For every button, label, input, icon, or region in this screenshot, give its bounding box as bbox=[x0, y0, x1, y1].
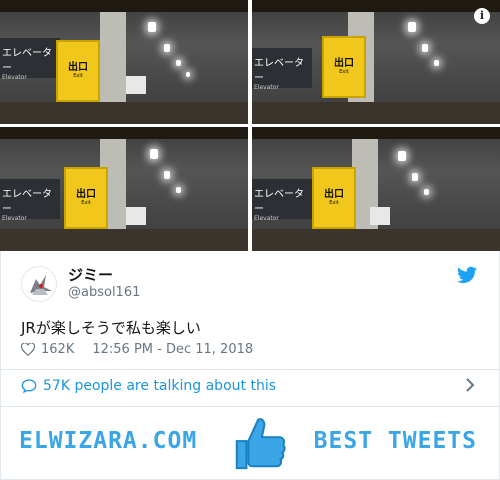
speech-bubble-icon bbox=[21, 379, 37, 394]
tweet-photo-2[interactable]: エレベーター Elevator 出口 Exit i bbox=[252, 0, 500, 124]
conversation-link[interactable]: 57K people are talking about this bbox=[21, 378, 276, 394]
led-sign bbox=[252, 127, 500, 139]
heart-icon[interactable] bbox=[21, 343, 35, 356]
exit-sign: 出口 Exit bbox=[64, 167, 108, 229]
elevator-sign: エレベーター Elevator bbox=[0, 38, 60, 81]
tagline: BEST TWEETS bbox=[313, 428, 477, 454]
divider bbox=[1, 369, 499, 370]
twitter-bird-icon[interactable] bbox=[457, 266, 477, 284]
elevator-sign: エレベーター Elevator bbox=[252, 179, 312, 222]
watermark-banner: ELWIZARA.COM BEST TWEETS bbox=[0, 407, 500, 480]
exit-sign: 出口 Exit bbox=[322, 36, 366, 98]
exit-sign: 出口 Exit bbox=[312, 167, 356, 229]
tweet-meta: 162K 12:56 PM - Dec 11, 2018 bbox=[21, 342, 253, 357]
led-sign bbox=[0, 0, 248, 12]
tweet-text: JRが楽しそうで私も楽しい bbox=[21, 319, 201, 337]
tweet-card: ジミー @absol161 JRが楽しそうで私も楽しい 162K 12:56 P… bbox=[0, 251, 500, 407]
avatar[interactable] bbox=[21, 266, 57, 302]
site-name: ELWIZARA.COM bbox=[19, 428, 198, 454]
led-sign bbox=[0, 127, 248, 139]
tweet-photo-1[interactable]: エレベーター Elevator 出口 Exit bbox=[0, 0, 248, 124]
led-sign bbox=[252, 0, 500, 12]
conversation-text: 57K people are talking about this bbox=[43, 378, 276, 394]
thumbs-up-icon bbox=[235, 418, 286, 470]
tweet-photo-4[interactable]: エレベーター Elevator 出口 Exit bbox=[252, 127, 500, 251]
exit-sign: 出口 Exit bbox=[56, 40, 100, 102]
tweet-photo-3[interactable]: エレベーター Elevator 出口 Exit bbox=[0, 127, 248, 251]
chevron-right-icon[interactable] bbox=[465, 377, 475, 393]
elevator-sign: エレベーター Elevator bbox=[252, 48, 312, 91]
timestamp[interactable]: 12:56 PM - Dec 11, 2018 bbox=[92, 342, 253, 357]
display-name[interactable]: ジミー bbox=[68, 264, 113, 285]
photo-grid: エレベーター Elevator 出口 Exit エレベーター Elevator 出口 E… bbox=[0, 0, 500, 251]
info-icon[interactable]: i bbox=[474, 8, 490, 24]
like-count[interactable]: 162K bbox=[41, 342, 74, 357]
elevator-sign: エレベーター Elevator bbox=[0, 179, 60, 222]
user-handle[interactable]: @absol161 bbox=[68, 285, 140, 300]
